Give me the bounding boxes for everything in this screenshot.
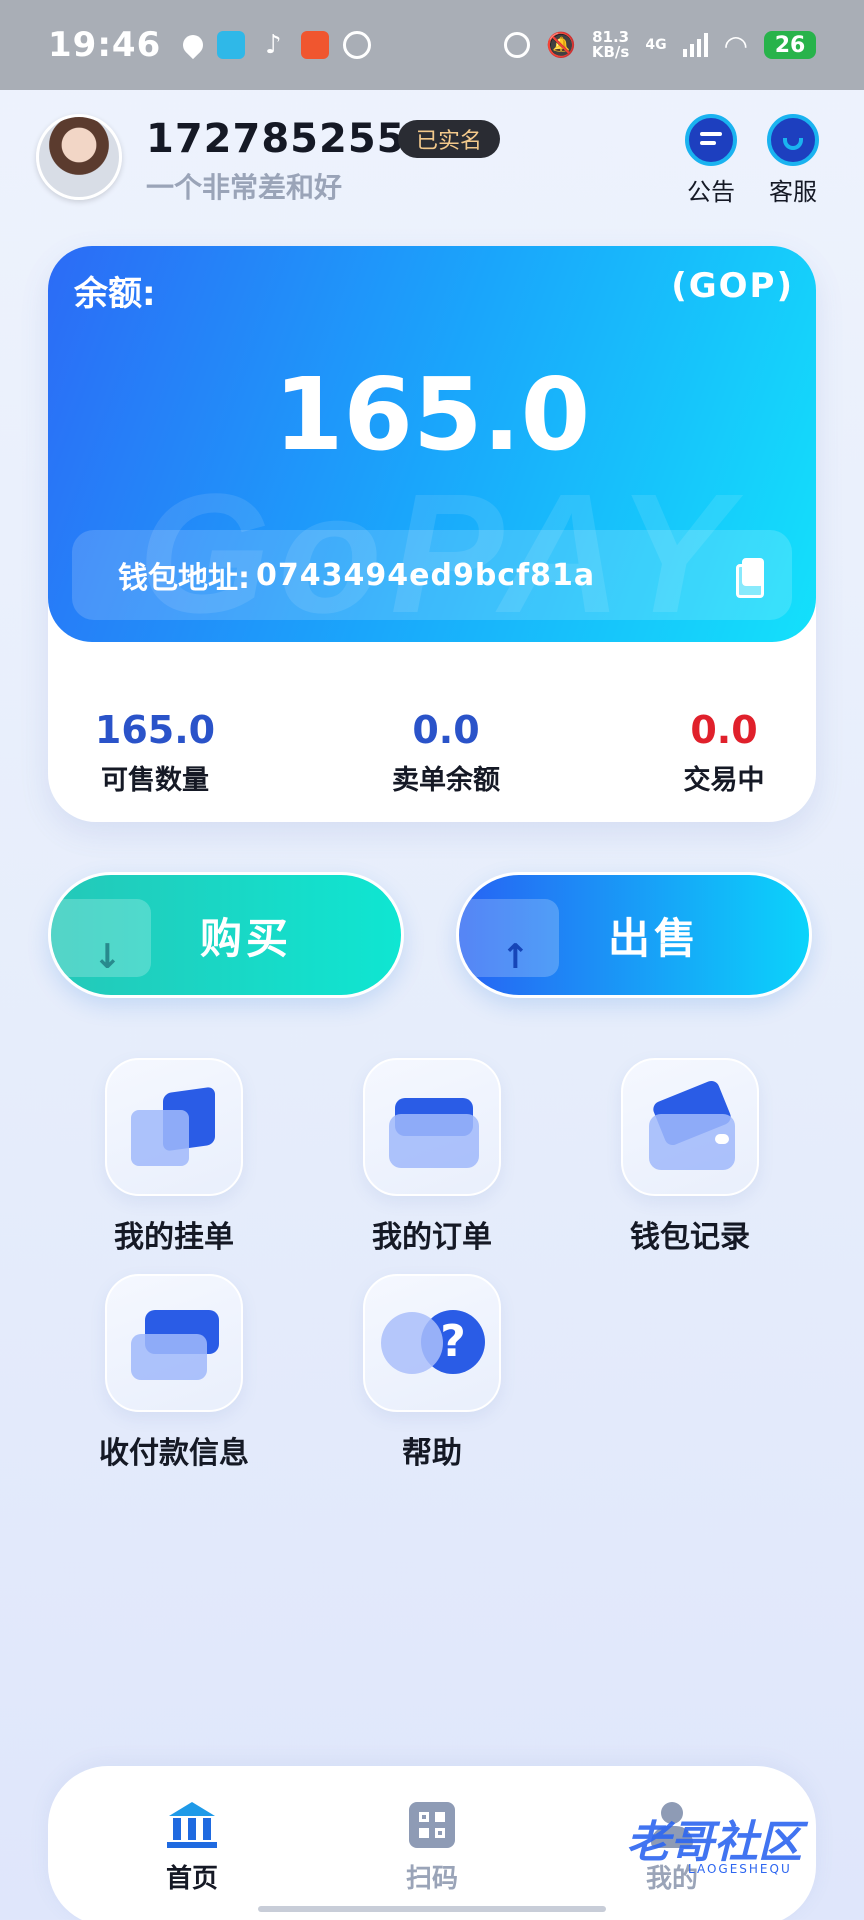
wallet-icon (621, 1058, 759, 1196)
menu-payment-info[interactable]: 收付款信息 (74, 1274, 274, 1472)
mute-icon: 🔕 (545, 31, 576, 59)
listing-icon (105, 1058, 243, 1196)
stat-sell-balance: 0.0 卖单余额 (346, 708, 546, 797)
wallet-address-bar: 钱包地址: 0743494ed9bcf81a (72, 530, 792, 620)
sell-label: 出售 (607, 913, 700, 963)
wallet-address-label: 钱包地址: (118, 561, 250, 596)
net-speed-unit: KB/s (591, 43, 630, 61)
balance-unit: (GOP) (671, 266, 794, 306)
home-indicator (258, 1906, 606, 1912)
copy-icon[interactable] (736, 558, 766, 598)
stat-label: 可售数量 (101, 765, 209, 796)
payment-card-icon (105, 1274, 243, 1412)
balance-stats: 165.0 可售数量 0.0 卖单余额 0.0 交易中 (48, 708, 816, 808)
status-bar: 19:46 ♪ 🔕 81.3 KB/s 4G ◠ 26 (0, 0, 864, 90)
stat-value: 0.0 (412, 708, 480, 752)
menu-label: 我的挂单 (114, 1220, 234, 1255)
signal-icon (682, 33, 708, 57)
shopping-app-icon (301, 31, 330, 59)
arrow-up-icon: ↑ (501, 937, 530, 977)
qr-scan-icon (407, 1802, 457, 1848)
stat-value: 0.0 (690, 708, 758, 752)
menu-label: 收付款信息 (99, 1436, 249, 1471)
nav-scan[interactable]: 扫码 (372, 1802, 492, 1895)
watermark-logo: 老哥社区 (626, 1817, 802, 1868)
menu-my-orders[interactable]: 我的订单 (332, 1058, 532, 1256)
tiktok-icon: ♪ (264, 30, 282, 60)
buy-button[interactable]: ↓ 购买 (48, 872, 404, 998)
stat-label: 交易中 (683, 765, 765, 796)
service-label: 客服 (769, 178, 817, 206)
verified-badge: 已实名 (398, 120, 501, 158)
menu-label: 我的订单 (372, 1220, 492, 1255)
notice-label: 公告 (687, 178, 735, 206)
location-icon (179, 30, 208, 60)
customer-service-button[interactable]: 客服 (758, 114, 828, 207)
balance-panel: GoPAY 余额: (GOP) 165.0 钱包地址: 0743494ed9bc… (48, 246, 816, 822)
notice-button[interactable]: 公告 (676, 114, 746, 207)
balance-label: 余额: (74, 274, 156, 314)
stat-value: 165.0 (94, 708, 216, 752)
arrow-down-icon: ↓ (93, 937, 122, 977)
notification-icons: ♪ (179, 30, 372, 60)
balance-card: GoPAY 余额: (GOP) 165.0 钱包地址: 0743494ed9bc… (48, 246, 816, 642)
buy-label: 购买 (199, 913, 292, 963)
stat-label: 卖单余额 (392, 765, 500, 796)
user-motto: 一个非常差和好 (146, 171, 343, 204)
notice-icon (685, 114, 737, 166)
menu-label: 帮助 (402, 1436, 462, 1471)
help-icon: ? (363, 1274, 501, 1412)
watermark-sub: LAOGESHEQU (688, 1862, 792, 1876)
wifi-icon: ◠ (723, 28, 748, 62)
menu-wallet-records[interactable]: 钱包记录 (590, 1058, 790, 1256)
user-header: 17278525591 已实名 一个非常差和好 公告 客服 (36, 112, 828, 212)
nav-home[interactable]: 首页 (132, 1802, 252, 1895)
battery-indicator: 26 (764, 31, 816, 59)
menu-my-listings[interactable]: 我的挂单 (74, 1058, 274, 1256)
system-indicators: 🔕 81.3 KB/s 4G ◠ 26 (503, 28, 816, 62)
order-folder-icon (363, 1058, 501, 1196)
customer-service-icon (767, 114, 819, 166)
network-type: 4G (645, 37, 667, 53)
net-speed: 81.3 KB/s (592, 30, 629, 60)
menu-label: 钱包记录 (630, 1220, 750, 1255)
home-icon (167, 1802, 217, 1848)
nav-label: 首页 (165, 1864, 218, 1894)
stat-available: 165.0 可售数量 (55, 708, 255, 797)
nav-label: 扫码 (405, 1864, 458, 1894)
wallet-address-value: 0743494ed9bcf81a (256, 557, 596, 593)
balance-value: 165.0 (273, 356, 591, 473)
avatar[interactable] (36, 114, 122, 200)
status-time: 19:46 (48, 25, 162, 65)
menu-help[interactable]: ? 帮助 (332, 1274, 532, 1472)
link-icon (343, 31, 372, 59)
sell-button[interactable]: ↑ 出售 (456, 872, 812, 998)
alarm-icon (503, 32, 530, 58)
stat-trading: 0.0 交易中 (624, 708, 824, 797)
app-notification-icon (217, 31, 246, 59)
